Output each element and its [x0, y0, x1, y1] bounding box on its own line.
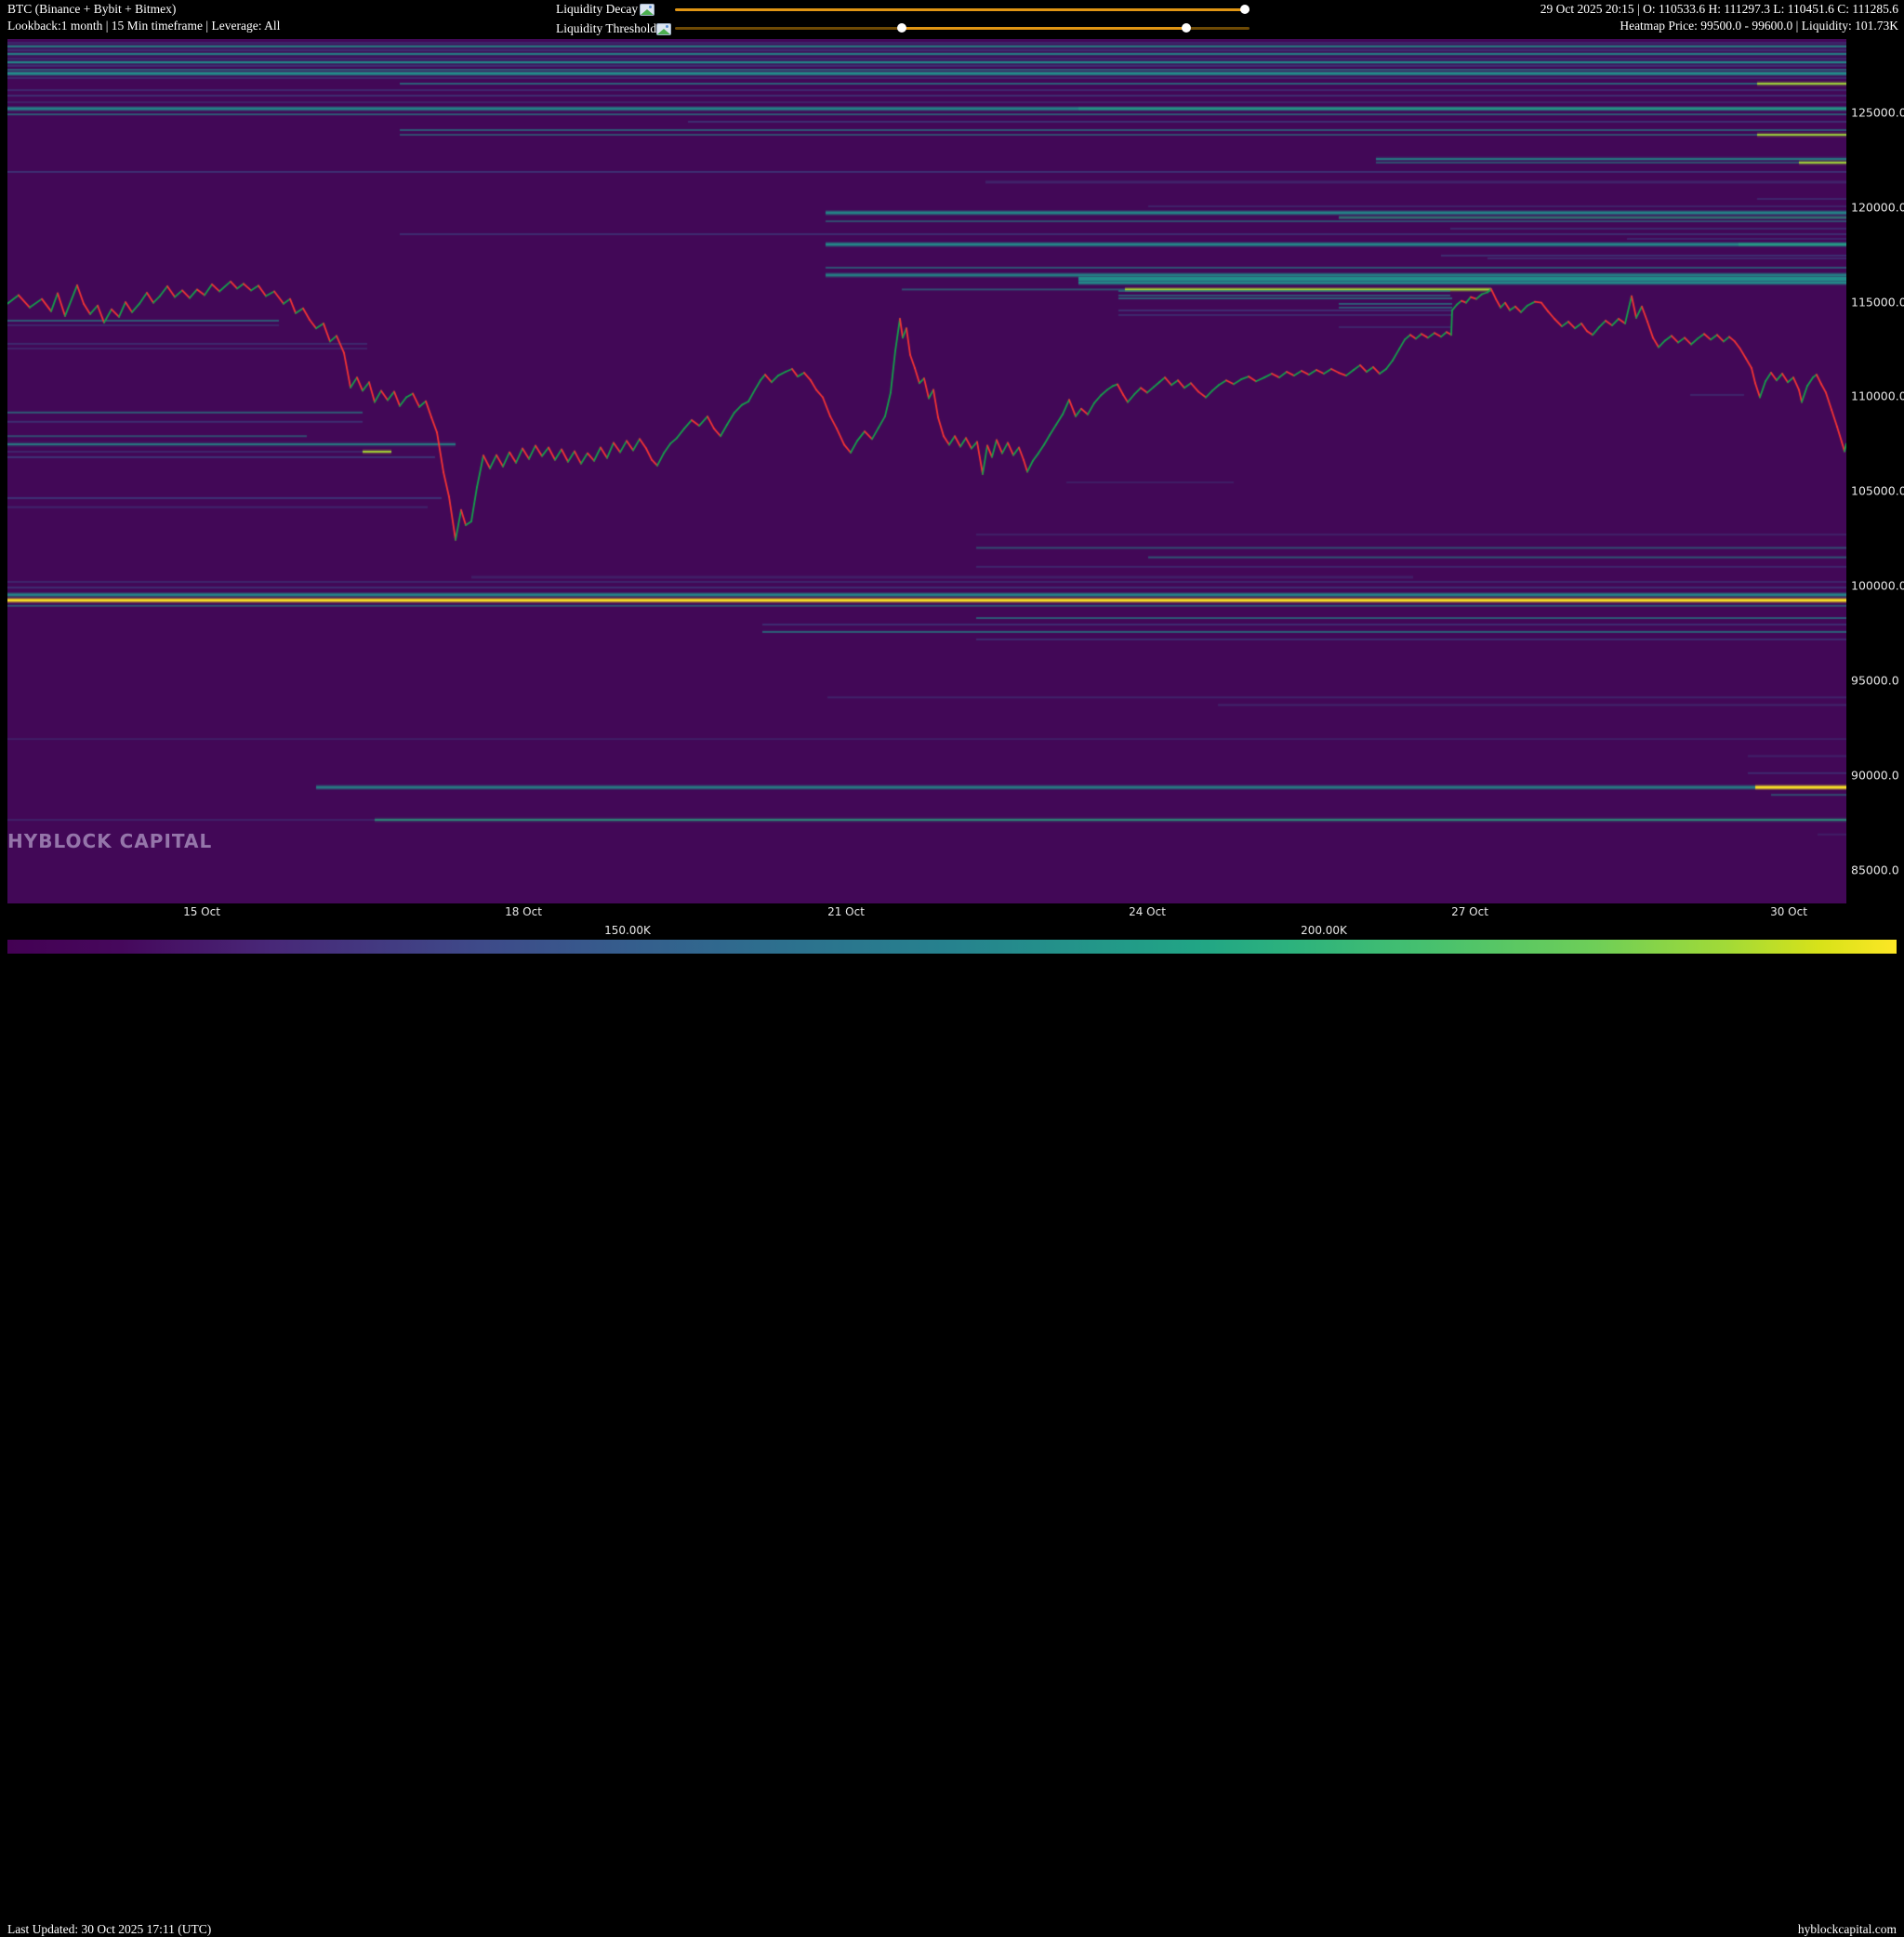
liquidity-threshold-track-right[interactable]: [1186, 27, 1250, 30]
header-bar: BTC (Binance + Bybit + Bitmex) Lookback:…: [0, 0, 1904, 39]
liquidity-decay-slider-track[interactable]: [675, 8, 1250, 11]
liquidity-threshold-label: Liquidity Threshold: [556, 21, 656, 36]
last-updated-text: Last Updated: 30 Oct 2025 17:11 (UTC): [7, 1922, 211, 1937]
y-tick-label: 100000.0: [1851, 579, 1904, 593]
liquidity-decay-label: Liquidity Decay: [556, 2, 638, 17]
symbol-title: BTC (Binance + Bybit + Bitmex): [7, 1, 176, 17]
website-text: hyblockcapital.com: [1798, 1922, 1897, 1937]
liquidity-threshold-handle-high[interactable]: [1182, 23, 1191, 33]
liquidity-threshold-handle-low[interactable]: [897, 23, 906, 33]
x-tick-label: 18 Oct: [505, 905, 542, 918]
y-tick-label: 95000.0: [1851, 673, 1899, 687]
y-tick-label: 125000.0: [1851, 106, 1904, 120]
x-tick-label: 21 Oct: [827, 905, 865, 918]
decay-info-icon[interactable]: [640, 4, 654, 16]
y-tick-label: 115000.0: [1851, 295, 1904, 309]
liquidity-colorbar: [7, 940, 1897, 954]
x-tick-label: 30 Oct: [1770, 905, 1807, 918]
liquidity-threshold-track-left[interactable]: [675, 27, 902, 30]
ohlc-readout: 29 Oct 2025 20:15 | O: 110533.6 H: 11129…: [1540, 1, 1898, 17]
y-tick-label: 110000.0: [1851, 389, 1904, 403]
y-tick-label: 105000.0: [1851, 484, 1904, 498]
y-tick-label: 85000.0: [1851, 863, 1899, 876]
colorbar-tick-label: 150.00K: [604, 924, 651, 937]
heatmap-canvas[interactable]: [7, 39, 1846, 903]
y-tick-label: 90000.0: [1851, 768, 1899, 782]
colorbar-tick-label: 200.00K: [1301, 924, 1347, 937]
x-tick-label: 27 Oct: [1451, 905, 1488, 918]
footer-bar: Last Updated: 30 Oct 2025 17:11 (UTC) hy…: [0, 954, 1904, 990]
x-tick-label: 24 Oct: [1129, 905, 1166, 918]
x-tick-label: 15 Oct: [183, 905, 220, 918]
heatmap-price-readout: Heatmap Price: 99500.0 - 99600.0 | Liqui…: [1620, 18, 1898, 33]
liquidity-decay-slider-handle[interactable]: [1240, 5, 1250, 14]
lookback-settings: Lookback:1 month | 15 Min timeframe | Le…: [7, 18, 280, 33]
y-tick-label: 120000.0: [1851, 200, 1904, 214]
liquidity-threshold-track-selected[interactable]: [902, 27, 1186, 30]
threshold-info-icon[interactable]: [656, 23, 671, 35]
watermark: HYBLOCK CAPITAL: [7, 830, 212, 852]
